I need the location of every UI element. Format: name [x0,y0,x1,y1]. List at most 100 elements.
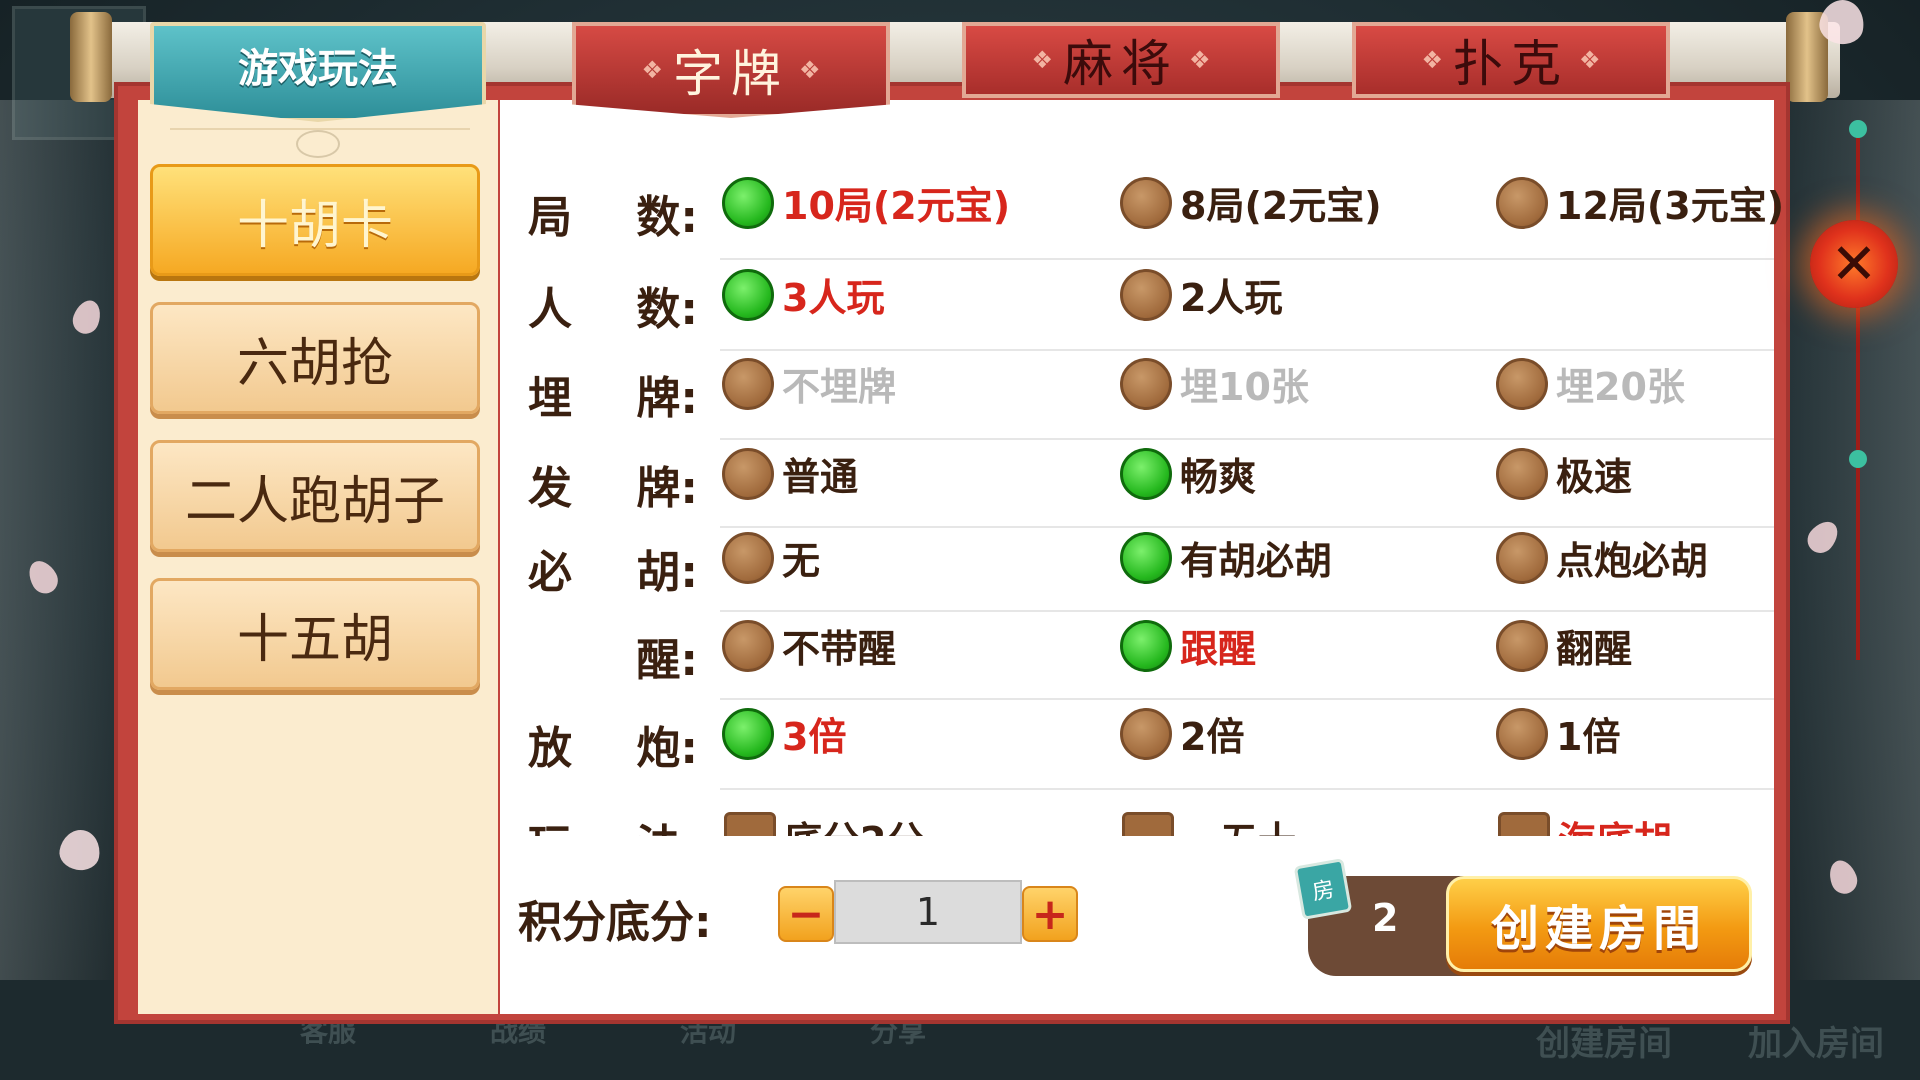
option-radio[interactable]: 埋10张 [1120,356,1309,411]
ornament-icon: ❖ [1031,46,1053,74]
row-label-char: 埋 [528,373,572,424]
radio-selected-icon[interactable] [1120,447,1172,500]
close-icon[interactable]: ✕ [1810,220,1898,308]
row-divider [720,438,1774,440]
option-checkbox[interactable]: 一五十 [1122,810,1296,836]
row-label-char: 法: [636,810,698,836]
option-checkbox[interactable]: 底分2分 [724,810,924,836]
option-label: 普通 [782,455,859,499]
row-divider [720,258,1774,260]
option-radio[interactable]: 2人玩 [1120,267,1282,322]
ornament-icon: ❖ [641,56,663,84]
tab-mahjong[interactable]: ❖ 麻将 ❖ [962,22,1280,98]
radio-selected-icon[interactable] [722,707,774,760]
option-radio[interactable]: 12局(3元宝) [1496,175,1784,230]
row-label-char: 胡: [636,547,698,598]
option-radio[interactable]: 不埋牌 [722,356,896,411]
row-label-char: 放 [528,723,572,774]
row-label-char: 数: [636,284,698,335]
radio-unselected-icon[interactable] [722,357,774,410]
row-divider [720,349,1774,351]
row-divider [720,610,1774,612]
radio-unselected-icon[interactable] [1496,447,1548,500]
ornament-icon: ❖ [1579,46,1601,74]
radio-selected-icon[interactable] [1120,531,1172,584]
option-radio[interactable]: 不带醒 [722,618,896,673]
radio-unselected-icon[interactable] [1496,176,1548,229]
option-label: 埋20张 [1556,365,1685,409]
option-label: 10局(2元宝) [782,184,1011,228]
row-label-char: 必 [528,547,572,598]
mode-button-liuhuqiang[interactable]: 六胡抢 [150,302,480,414]
radio-selected-icon[interactable] [722,176,774,229]
radio-unselected-icon[interactable] [722,447,774,500]
option-radio[interactable]: 畅爽 [1120,446,1256,501]
create-room-button[interactable]: 创建房間 [1446,876,1752,972]
tab-zipai-label: 字牌 [673,45,789,103]
ornament-icon: ❖ [799,56,821,84]
option-checkbox[interactable]: 海底胡 [1498,810,1672,836]
radio-unselected-icon[interactable] [1120,707,1172,760]
option-radio[interactable]: 极速 [1496,446,1632,501]
radio-selected-icon[interactable] [722,268,774,321]
score-value[interactable]: 1 [834,880,1022,944]
row-divider [720,526,1774,528]
row-label-char: 炮: [636,723,698,774]
row-label-char: 数: [636,192,698,243]
row-label: 埋 牌: [528,362,698,426]
radio-unselected-icon[interactable] [1496,619,1548,672]
option-label: 极速 [1556,455,1633,499]
option-radio[interactable]: 3倍 [722,706,846,761]
room-card-icon: 房 [1293,858,1353,920]
option-label: 跟醒 [1180,627,1257,671]
row-label: 必 胡: [528,536,698,600]
radio-unselected-icon[interactable] [1496,531,1548,584]
option-radio[interactable]: 1倍 [1496,706,1620,761]
checkbox[interactable] [1498,811,1550,836]
option-radio[interactable]: 无 [722,530,820,585]
room-cost-value: 2 [1372,896,1399,940]
increase-button[interactable]: + [1022,886,1078,942]
row-label-char: 玩 [528,810,572,836]
option-radio[interactable]: 3人玩 [722,267,884,322]
checkbox[interactable] [1122,811,1174,836]
tab-game-rules: 游戏玩法 [150,22,486,122]
option-radio[interactable]: 8局(2元宝) [1120,175,1382,230]
option-label: 海底胡 [1558,810,1672,836]
radio-unselected-icon[interactable] [722,531,774,584]
option-radio[interactable]: 跟醒 [1120,618,1256,673]
row-label: 醒: [528,624,698,688]
mode-button-shiwuhu[interactable]: 十五胡 [150,578,480,690]
checkbox[interactable] [724,811,776,836]
tab-zipai[interactable]: ❖ 字牌 ❖ [572,22,890,118]
option-radio[interactable]: 埋20张 [1496,356,1685,411]
radio-unselected-icon[interactable] [1120,357,1172,410]
option-label: 不埋牌 [782,365,897,409]
tab-mahjong-label: 麻将 [1063,35,1179,93]
option-radio[interactable]: 普通 [722,446,858,501]
partial-row: 玩 法: 底分2分 一五十 海底胡 [500,810,1774,836]
row-label-char: 醒: [636,635,698,686]
radio-unselected-icon[interactable] [1496,357,1548,410]
row-label: 发 牌: [528,452,698,516]
radio-unselected-icon[interactable] [1120,176,1172,229]
mode-button-shihuka[interactable]: 十胡卡 [150,164,480,276]
ornament-icon: ❖ [1421,46,1443,74]
option-radio[interactable]: 点炮必胡 [1496,530,1708,585]
radio-unselected-icon[interactable] [722,619,774,672]
radio-selected-icon[interactable] [1120,619,1172,672]
radio-unselected-icon[interactable] [1120,268,1172,321]
radio-unselected-icon[interactable] [1496,707,1548,760]
row-divider [720,788,1774,790]
row-label-char: 人 [528,284,572,335]
row-label: 局 数: [528,181,698,245]
option-radio[interactable]: 2倍 [1120,706,1244,761]
mode-button-erren-paohuzi[interactable]: 二人跑胡子 [150,440,480,552]
option-radio[interactable]: 10局(2元宝) [722,175,1010,230]
tab-poker[interactable]: ❖ 扑克 ❖ [1352,22,1670,98]
option-radio[interactable]: 翻醒 [1496,618,1632,673]
decrease-button[interactable]: − [778,886,834,942]
option-label: 底分2分 [784,810,924,836]
row-label-char: 牌: [636,463,698,514]
option-radio[interactable]: 有胡必胡 [1120,530,1332,585]
